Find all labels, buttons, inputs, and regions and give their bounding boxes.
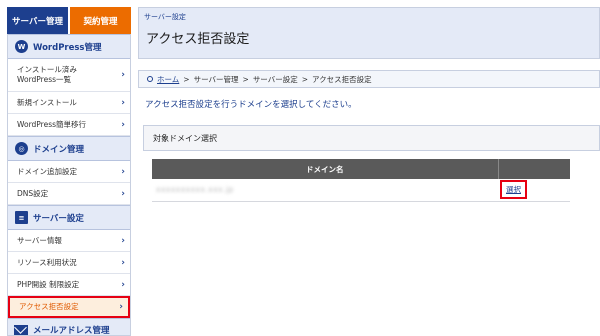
section-title: ドメイン管理 bbox=[33, 144, 85, 155]
sidebar-item-server-info[interactable]: サーバー情報 › bbox=[8, 230, 130, 252]
chevron-right-icon: › bbox=[121, 279, 125, 290]
top-tabs: サーバー管理 契約管理 bbox=[7, 7, 131, 34]
breadcrumb-item: サーバー管理 bbox=[193, 74, 239, 84]
table-row: xxxxxxxxxx.xxx.jp 選択 bbox=[152, 179, 570, 202]
breadcrumb-item: サーバー設定 bbox=[252, 74, 298, 84]
page-header: サーバー設定 アクセス拒否設定 bbox=[138, 7, 600, 59]
panel-title: 対象ドメイン選択 bbox=[143, 125, 600, 151]
circle-icon bbox=[147, 76, 153, 82]
mail-icon bbox=[14, 324, 28, 335]
tab-contract-management[interactable]: 契約管理 bbox=[70, 7, 131, 34]
chevron-right-icon: › bbox=[121, 70, 125, 80]
chevron-right-icon: › bbox=[121, 235, 125, 246]
chevron-right-icon: › bbox=[119, 302, 123, 312]
domain-cell: xxxxxxxxxx.xxx.jp bbox=[152, 179, 498, 202]
chevron-right-icon: › bbox=[121, 188, 125, 199]
action-cell: 選択 bbox=[498, 179, 570, 202]
sidebar-item-label: インストール済み WordPress一覧 bbox=[17, 65, 77, 84]
sidebar-item-installed-wordpress[interactable]: インストール済み WordPress一覧 › bbox=[8, 59, 130, 92]
column-header-domain: ドメイン名 bbox=[152, 159, 499, 179]
header-crumb: サーバー設定 bbox=[144, 13, 186, 21]
sidebar-item-label: サーバー情報 bbox=[17, 235, 62, 245]
instruction-text: アクセス拒否設定を行うドメインを選択してください。 bbox=[145, 100, 357, 110]
sidebar-item-label: リソース利用状況 bbox=[17, 257, 77, 267]
breadcrumb-home-link[interactable]: ホーム bbox=[157, 74, 179, 85]
page-title: アクセス拒否設定 bbox=[146, 32, 250, 47]
sidebar-item-new-install[interactable]: 新規インストール › bbox=[8, 92, 130, 114]
breadcrumb-separator: > bbox=[183, 74, 190, 84]
select-domain-link[interactable]: 選択 bbox=[500, 180, 527, 200]
globe-icon: ◎ bbox=[15, 142, 28, 155]
sidebar-item-label: 新規インストール bbox=[17, 97, 77, 107]
domain-name: xxxxxxxxxx.xxx.jp bbox=[156, 185, 234, 195]
sidebar-item-label: PHP開設 制限設定 bbox=[17, 279, 80, 289]
breadcrumb-current: アクセス拒否設定 bbox=[312, 74, 372, 84]
sidebar-item-label: ドメイン追加設定 bbox=[17, 166, 77, 176]
column-header-action bbox=[498, 159, 570, 179]
sidebar-item-access-deny[interactable]: アクセス拒否設定 › bbox=[8, 296, 130, 318]
breadcrumb: ホーム > サーバー管理 > サーバー設定 > アクセス拒否設定 bbox=[138, 70, 600, 88]
sidebar-item-domain-add[interactable]: ドメイン追加設定 › bbox=[8, 161, 130, 183]
sidebar-item-label: アクセス拒否設定 bbox=[19, 302, 79, 311]
sidebar-item-label: WordPress簡単移行 bbox=[17, 119, 87, 129]
sidebar-item-dns[interactable]: DNS設定 › bbox=[8, 183, 130, 205]
wordpress-icon: W bbox=[15, 40, 28, 53]
sidebar-item-wordpress-migration[interactable]: WordPress簡単移行 › bbox=[8, 114, 130, 136]
section-server-settings: ≡ サーバー設定 bbox=[8, 205, 130, 230]
sidebar: サーバー管理 契約管理 W WordPress管理 インストール済み WordP… bbox=[7, 7, 131, 336]
sidebar-item-label: DNS設定 bbox=[17, 188, 49, 198]
sidebar-item-php-restriction[interactable]: PHP開設 制限設定 › bbox=[8, 274, 130, 296]
tab-server-management[interactable]: サーバー管理 bbox=[7, 7, 70, 34]
section-mail-management: メールアドレス管理 bbox=[8, 318, 130, 336]
domain-table: ドメイン名 xxxxxxxxxx.xxx.jp 選択 bbox=[152, 159, 570, 202]
section-title: サーバー設定 bbox=[33, 213, 84, 224]
server-icon: ≡ bbox=[15, 211, 28, 224]
section-domain-management: ◎ ドメイン管理 bbox=[8, 136, 130, 161]
side-menu: W WordPress管理 インストール済み WordPress一覧 › 新規イ… bbox=[7, 34, 131, 336]
section-title: メールアドレス管理 bbox=[33, 325, 110, 336]
main-content: サーバー設定 アクセス拒否設定 ホーム > サーバー管理 > サーバー設定 > … bbox=[138, 7, 600, 336]
section-title: WordPress管理 bbox=[33, 42, 102, 53]
section-wordpress-management: W WordPress管理 bbox=[8, 34, 130, 59]
table-header-row: ドメイン名 bbox=[152, 159, 570, 179]
chevron-right-icon: › bbox=[121, 97, 125, 108]
breadcrumb-separator: > bbox=[242, 74, 249, 84]
sidebar-item-resource-usage[interactable]: リソース利用状況 › bbox=[8, 252, 130, 274]
chevron-right-icon: › bbox=[121, 166, 125, 177]
chevron-right-icon: › bbox=[121, 119, 125, 130]
breadcrumb-separator: > bbox=[301, 74, 309, 84]
chevron-right-icon: › bbox=[121, 257, 125, 268]
domain-select-panel: 対象ドメイン選択 ドメイン名 xxxxxxxxxx.xxx.jp 選択 bbox=[143, 125, 600, 325]
